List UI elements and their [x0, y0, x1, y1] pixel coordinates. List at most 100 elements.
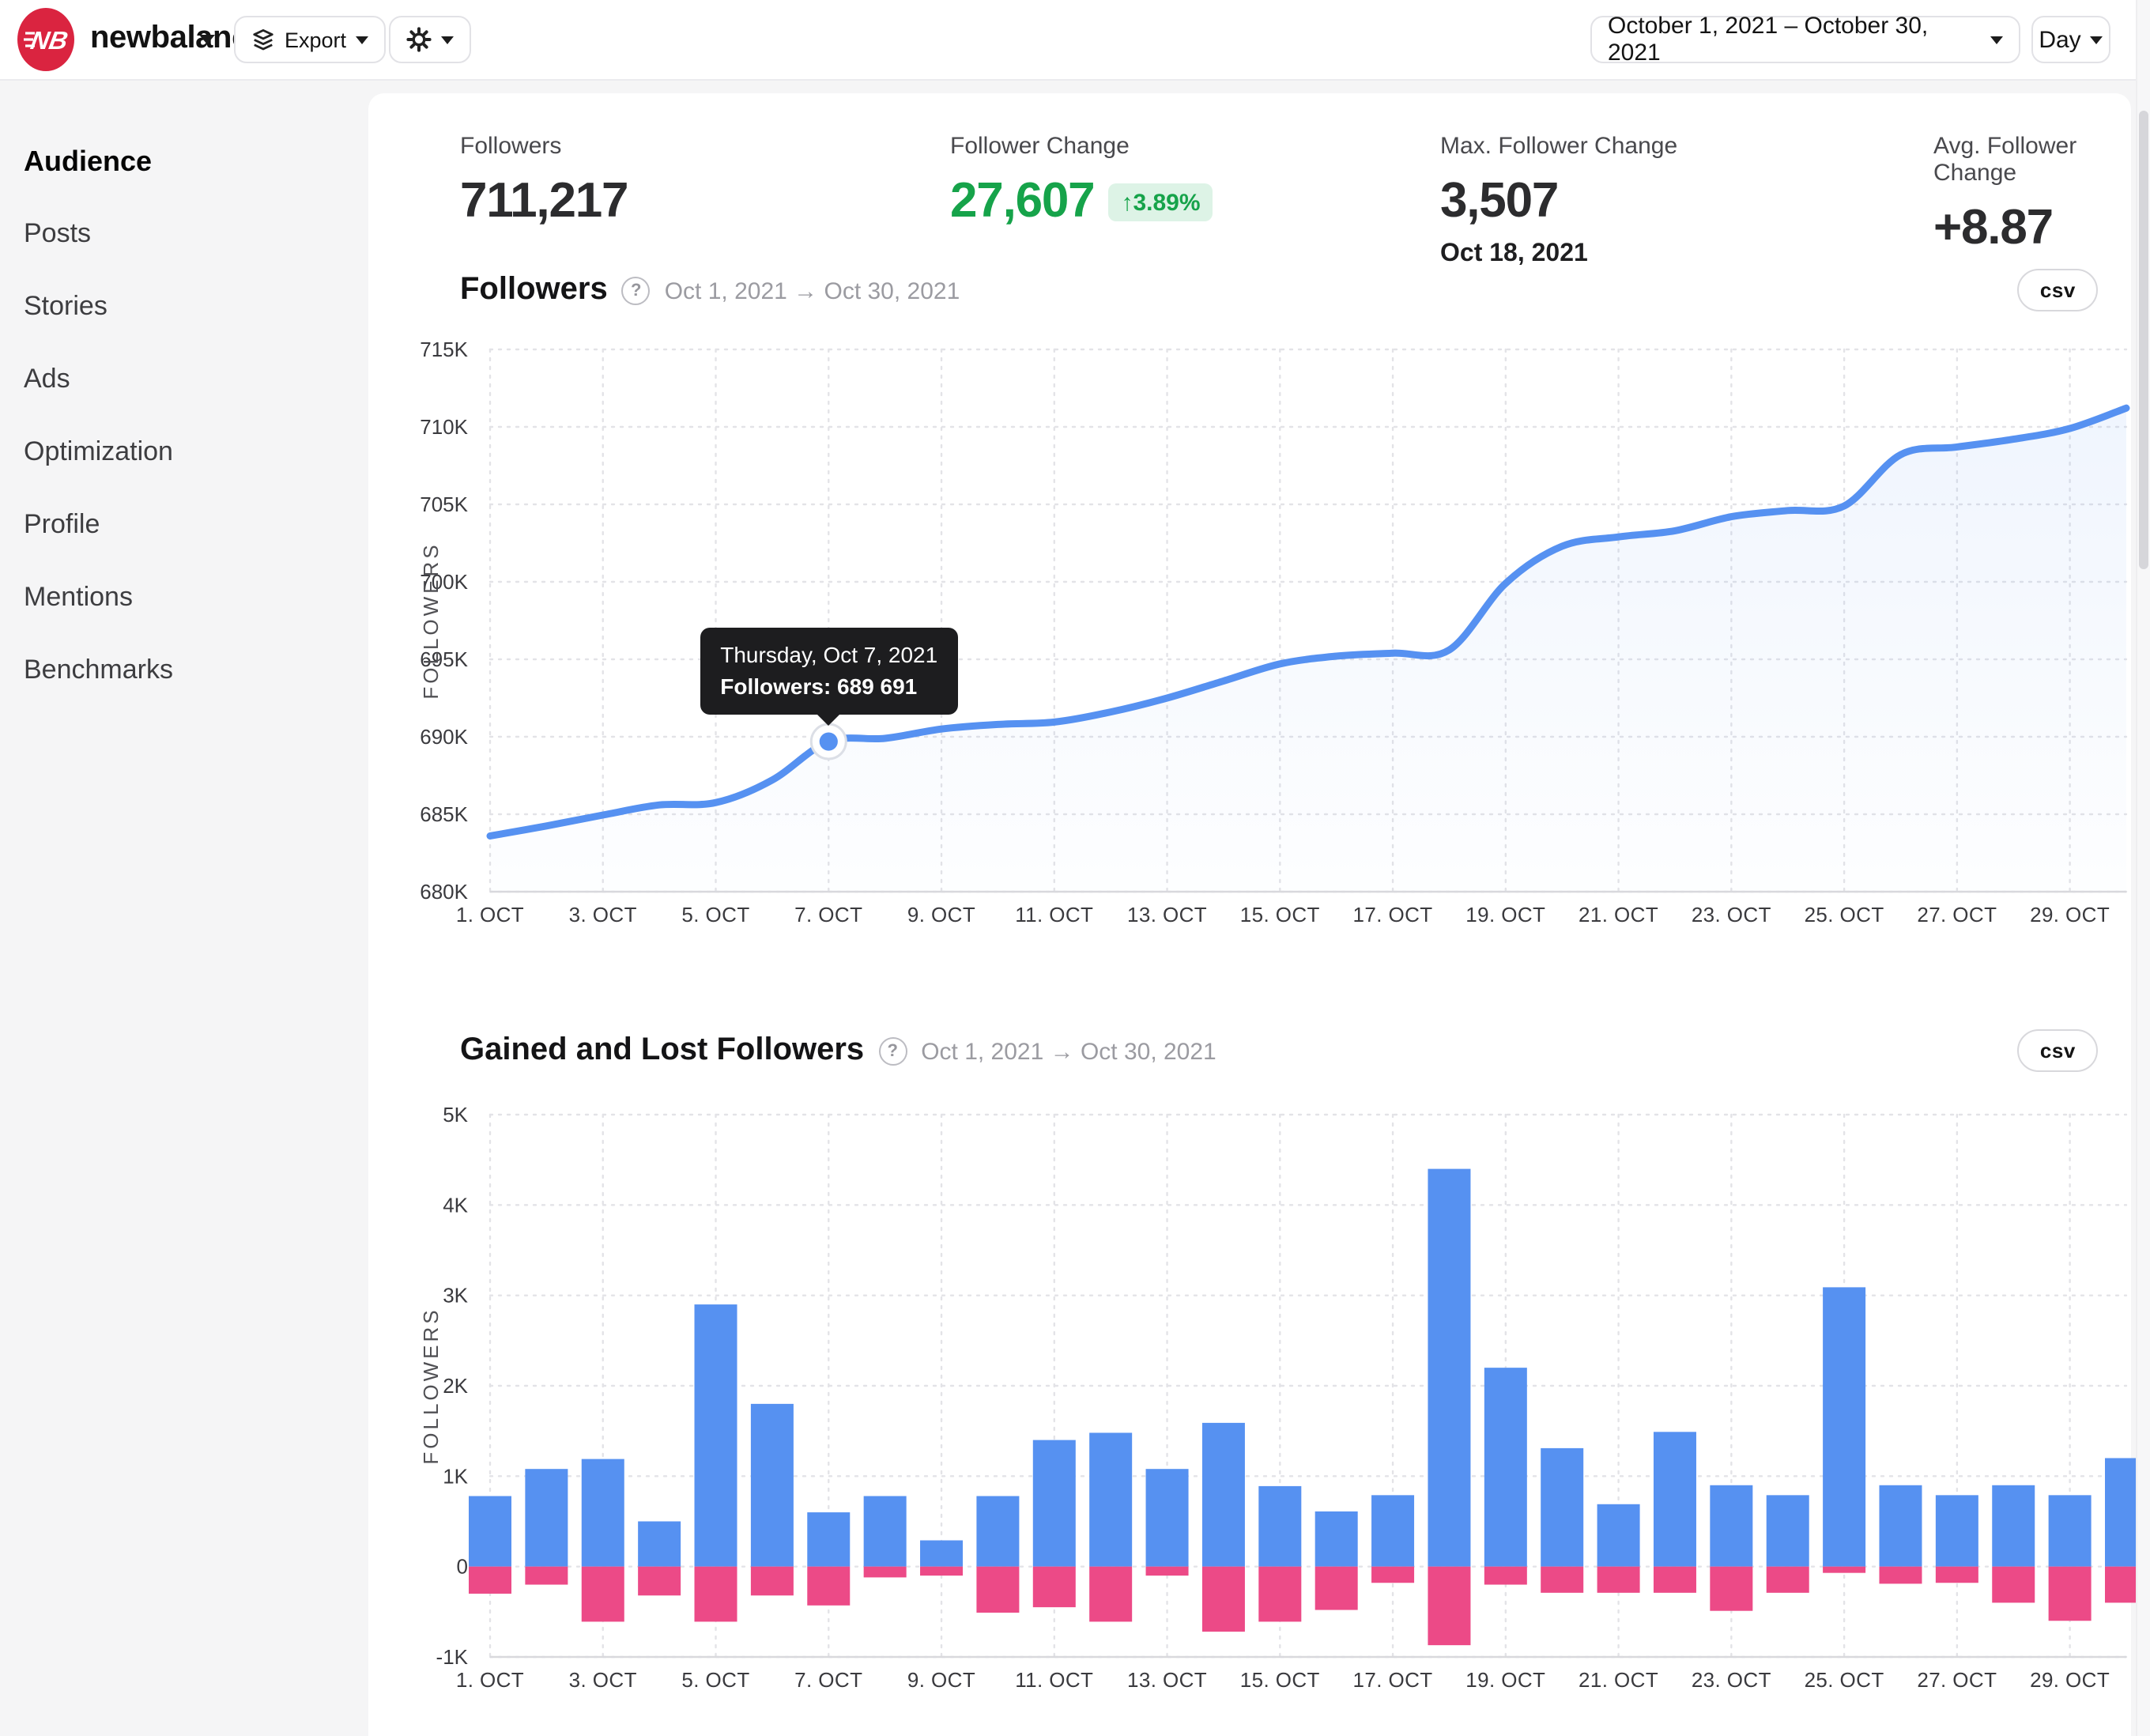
gained-bar[interactable]	[1992, 1485, 2035, 1567]
sidebar-nav: Audience Posts Stories Ads Optimization Profi…	[0, 79, 368, 1736]
gained-bar[interactable]	[694, 1304, 737, 1567]
lost-bar[interactable]	[1428, 1566, 1471, 1646]
lost-bar[interactable]	[1371, 1566, 1415, 1583]
gained-bar[interactable]	[1428, 1168, 1471, 1567]
x-tick-label: 27. OCT	[1917, 1668, 1997, 1692]
gained-lost-csv-button[interactable]: csv	[2017, 1029, 2098, 1072]
gained-bar[interactable]	[863, 1496, 907, 1567]
sidebar-item-profile[interactable]: Profile	[24, 509, 368, 541]
lost-bar[interactable]	[863, 1566, 907, 1578]
gained-bar[interactable]	[1201, 1422, 1245, 1567]
lost-bar[interactable]	[638, 1566, 681, 1596]
lost-bar[interactable]	[1258, 1566, 1302, 1622]
lost-bar[interactable]	[1032, 1566, 1076, 1608]
lost-bar[interactable]	[2048, 1566, 2092, 1621]
sidebar-item-stories[interactable]: Stories	[24, 291, 368, 323]
help-icon[interactable]: ?	[621, 277, 651, 305]
lost-bar[interactable]	[1484, 1566, 1527, 1585]
lost-bar[interactable]	[1992, 1566, 2035, 1603]
lost-bar[interactable]	[1879, 1566, 1922, 1584]
sidebar-item-optimization[interactable]: Optimization	[24, 436, 368, 468]
gained-bar[interactable]	[525, 1469, 568, 1567]
gained-lost-chart-title: Gained and Lost Followers	[460, 1032, 865, 1067]
y-tick-label: 2K	[443, 1374, 468, 1398]
stat-value: +8.87	[1933, 199, 2054, 255]
x-tick-label: 5. OCT	[681, 903, 749, 926]
gained-bar[interactable]	[1258, 1485, 1302, 1567]
lost-bar[interactable]	[1935, 1566, 1978, 1583]
gained-bar[interactable]	[1484, 1368, 1527, 1567]
scrollbar-thumb[interactable]	[2139, 111, 2148, 569]
gained-bar[interactable]	[2048, 1495, 2092, 1567]
gained-lost-bar-chart[interactable]: -1K 0 1K 2K 3K 4K 5K 1. OCT 3. OCT 5. OCT 7. OCT 9.…	[413, 1099, 2150, 1708]
gained-bar[interactable]	[1823, 1287, 1866, 1567]
gained-bar[interactable]	[1541, 1447, 1584, 1567]
lost-bar[interactable]	[1597, 1566, 1640, 1593]
gained-bar[interactable]	[1371, 1495, 1415, 1567]
lost-bar[interactable]	[750, 1566, 794, 1596]
x-tick-label: 1. OCT	[456, 903, 524, 926]
lost-bar[interactable]	[807, 1566, 851, 1606]
x-tick-label: 25. OCT	[1805, 1668, 1884, 1692]
scrollbar-track[interactable]	[2136, 0, 2150, 1736]
date-range-button[interactable]: October 1, 2021 – October 30, 2021	[1590, 13, 2020, 66]
x-tick-label: 11. OCT	[1015, 903, 1093, 926]
export-button[interactable]: Export	[234, 16, 387, 63]
stat-change-badge: ↑3.89%	[1108, 183, 1213, 221]
gained-bar[interactable]	[1935, 1495, 1978, 1567]
settings-button[interactable]	[389, 16, 471, 63]
lost-bar[interactable]	[1653, 1566, 1696, 1593]
gained-bar[interactable]	[638, 1521, 681, 1567]
app-viewport: NB newbalance Export October 1, 2021 – O…	[0, 0, 2150, 1736]
main-card: Followers 711,217 Follower Change 27,607 ↑3.…	[368, 93, 2148, 1736]
gained-bar[interactable]	[750, 1403, 794, 1567]
lost-bar[interactable]	[581, 1566, 624, 1622]
lost-bar[interactable]	[1315, 1566, 1358, 1610]
gained-bar[interactable]	[1879, 1485, 1922, 1567]
lost-bar[interactable]	[1145, 1566, 1189, 1576]
stat-label: Avg. Follower Change	[1933, 133, 2077, 187]
account-dropdown-caret-icon[interactable]	[199, 35, 215, 44]
lost-bar[interactable]	[1201, 1566, 1245, 1632]
gained-bar[interactable]	[469, 1496, 511, 1567]
sidebar-item-posts[interactable]: Posts	[24, 218, 368, 250]
gained-bar[interactable]	[1653, 1432, 1696, 1567]
followers-csv-button[interactable]: csv	[2017, 269, 2098, 311]
stat-value: 711,217	[460, 172, 629, 228]
granularity-button[interactable]: Day	[2031, 16, 2110, 63]
followers-line-chart[interactable]: 680K 685K 690K 695K 700K 705K 710K 715K 1. OCT 3.…	[413, 335, 2150, 944]
gained-bar[interactable]	[1089, 1432, 1133, 1567]
lost-bar[interactable]	[976, 1566, 1020, 1613]
gained-bar[interactable]	[1032, 1440, 1076, 1567]
lost-bar[interactable]	[1823, 1566, 1866, 1573]
gained-bar[interactable]	[920, 1540, 964, 1567]
lost-bar[interactable]	[1541, 1566, 1584, 1593]
help-icon[interactable]: ?	[878, 1037, 907, 1066]
x-tick-label: 7. OCT	[794, 1668, 862, 1692]
gained-bar[interactable]	[1766, 1495, 1809, 1567]
gained-bar[interactable]	[807, 1512, 851, 1567]
y-tick-label: 0	[457, 1555, 468, 1579]
stat-sub-date: Oct 18, 2021	[1440, 240, 1588, 267]
stat-follower-change: Follower Change 27,607 ↑3.89%	[950, 133, 1213, 229]
x-tick-label: 13. OCT	[1127, 1668, 1207, 1692]
lost-bar[interactable]	[525, 1566, 568, 1585]
lost-bar[interactable]	[694, 1566, 737, 1622]
gained-bar[interactable]	[976, 1496, 1020, 1567]
lost-bar[interactable]	[469, 1566, 511, 1594]
gained-bar[interactable]	[1145, 1469, 1189, 1567]
sidebar-item-ads[interactable]: Ads	[24, 364, 368, 395]
gained-bar[interactable]	[1710, 1485, 1753, 1567]
lost-bar[interactable]	[1089, 1566, 1133, 1622]
sidebar-item-mentions[interactable]: Mentions	[24, 582, 368, 613]
gained-bar[interactable]	[1597, 1504, 1640, 1567]
lost-bar[interactable]	[1766, 1566, 1809, 1593]
lost-bar[interactable]	[920, 1566, 964, 1576]
sidebar-item-audience[interactable]: Audience	[24, 145, 368, 177]
lost-bar[interactable]	[1710, 1566, 1753, 1611]
y-tick-label: 710K	[420, 415, 468, 439]
gained-bar[interactable]	[581, 1459, 624, 1567]
gained-bar[interactable]	[1315, 1511, 1358, 1567]
sidebar-item-benchmarks[interactable]: Benchmarks	[24, 655, 368, 686]
granularity-caret-icon	[2090, 36, 2103, 43]
